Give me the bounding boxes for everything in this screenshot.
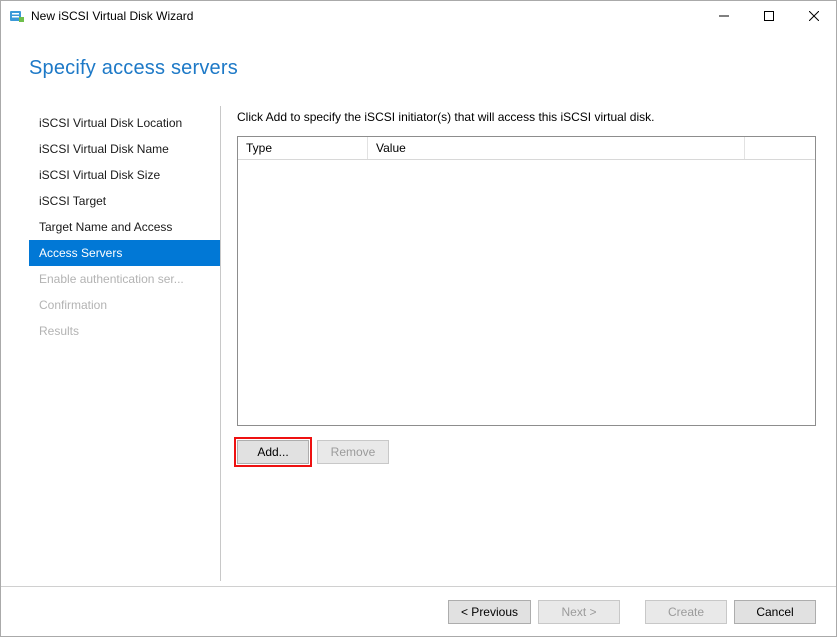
app-icon xyxy=(9,8,25,24)
list-body[interactable] xyxy=(238,160,815,425)
column-header-spacer xyxy=(745,137,815,159)
column-header-type[interactable]: Type xyxy=(238,137,368,159)
window-controls xyxy=(701,1,836,31)
titlebar: New iSCSI Virtual Disk Wizard xyxy=(1,1,836,31)
create-button: Create xyxy=(645,600,727,624)
step-target-name-and-access[interactable]: Target Name and Access xyxy=(29,214,220,240)
content-area: iSCSI Virtual Disk Location iSCSI Virtua… xyxy=(29,106,816,581)
step-results: Results xyxy=(29,318,220,344)
step-iscsi-target[interactable]: iSCSI Target xyxy=(29,188,220,214)
add-button[interactable]: Add... xyxy=(237,440,309,464)
step-access-servers[interactable]: Access Servers xyxy=(29,240,220,266)
step-iscsi-virtual-disk-location[interactable]: iSCSI Virtual Disk Location xyxy=(29,110,220,136)
next-button: Next > xyxy=(538,600,620,624)
remove-button: Remove xyxy=(317,440,389,464)
list-button-row: Add... Remove xyxy=(237,440,816,464)
instruction-text: Click Add to specify the iSCSI initiator… xyxy=(237,110,816,124)
cancel-button[interactable]: Cancel xyxy=(734,600,816,624)
wizard-footer: < Previous Next > Create Cancel xyxy=(1,586,836,636)
list-header: Type Value xyxy=(238,137,815,160)
step-iscsi-virtual-disk-name[interactable]: iSCSI Virtual Disk Name xyxy=(29,136,220,162)
minimize-button[interactable] xyxy=(701,1,746,31)
column-header-value[interactable]: Value xyxy=(368,137,745,159)
step-enable-authentication-services: Enable authentication ser... xyxy=(29,266,220,292)
initiators-list[interactable]: Type Value xyxy=(237,136,816,426)
previous-button[interactable]: < Previous xyxy=(448,600,531,624)
step-iscsi-virtual-disk-size[interactable]: iSCSI Virtual Disk Size xyxy=(29,162,220,188)
maximize-button[interactable] xyxy=(746,1,791,31)
wizard-steps-sidebar: iSCSI Virtual Disk Location iSCSI Virtua… xyxy=(29,106,221,581)
page-heading: Specify access servers xyxy=(1,31,836,80)
window-title: New iSCSI Virtual Disk Wizard xyxy=(31,9,193,23)
close-button[interactable] xyxy=(791,1,836,31)
step-confirmation: Confirmation xyxy=(29,292,220,318)
main-panel: Click Add to specify the iSCSI initiator… xyxy=(221,106,816,581)
